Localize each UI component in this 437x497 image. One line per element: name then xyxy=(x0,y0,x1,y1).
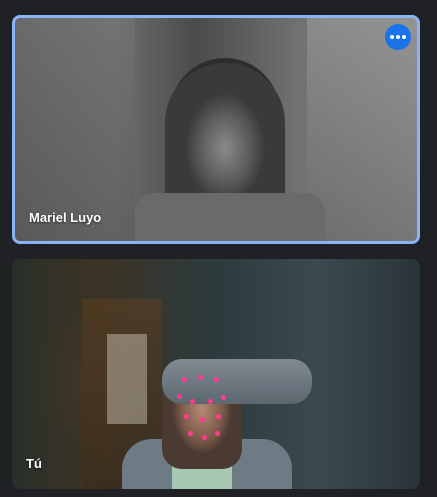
video-grid: Mariel Luyo Tú xyxy=(0,0,437,497)
face-effect-dot xyxy=(188,431,193,436)
face-effect-dot xyxy=(182,377,187,382)
participant-shirt xyxy=(135,193,325,241)
face-effect-dot xyxy=(177,394,182,399)
face-effect-dot xyxy=(208,399,213,404)
face-effect-dot xyxy=(200,417,205,422)
video-background xyxy=(15,18,135,241)
face-effect-dot xyxy=(198,375,203,380)
self-name-label: Tú xyxy=(26,456,42,471)
face-effect-dot xyxy=(221,395,226,400)
participant-tile-mariel[interactable]: Mariel Luyo xyxy=(12,15,420,244)
participant-name-label: Mariel Luyo xyxy=(29,210,102,225)
face-effect-dot xyxy=(216,414,221,419)
more-horizontal-icon xyxy=(390,35,406,39)
face-effect-dot xyxy=(190,399,195,404)
face-effect-dot xyxy=(215,431,220,436)
more-options-button[interactable] xyxy=(385,24,411,50)
participant-tile-self[interactable]: Tú xyxy=(12,259,420,489)
face-effect-dot xyxy=(202,435,207,440)
face-effect-dot xyxy=(214,377,219,382)
video-background-window xyxy=(107,334,147,424)
face-effect-dot xyxy=(184,414,189,419)
